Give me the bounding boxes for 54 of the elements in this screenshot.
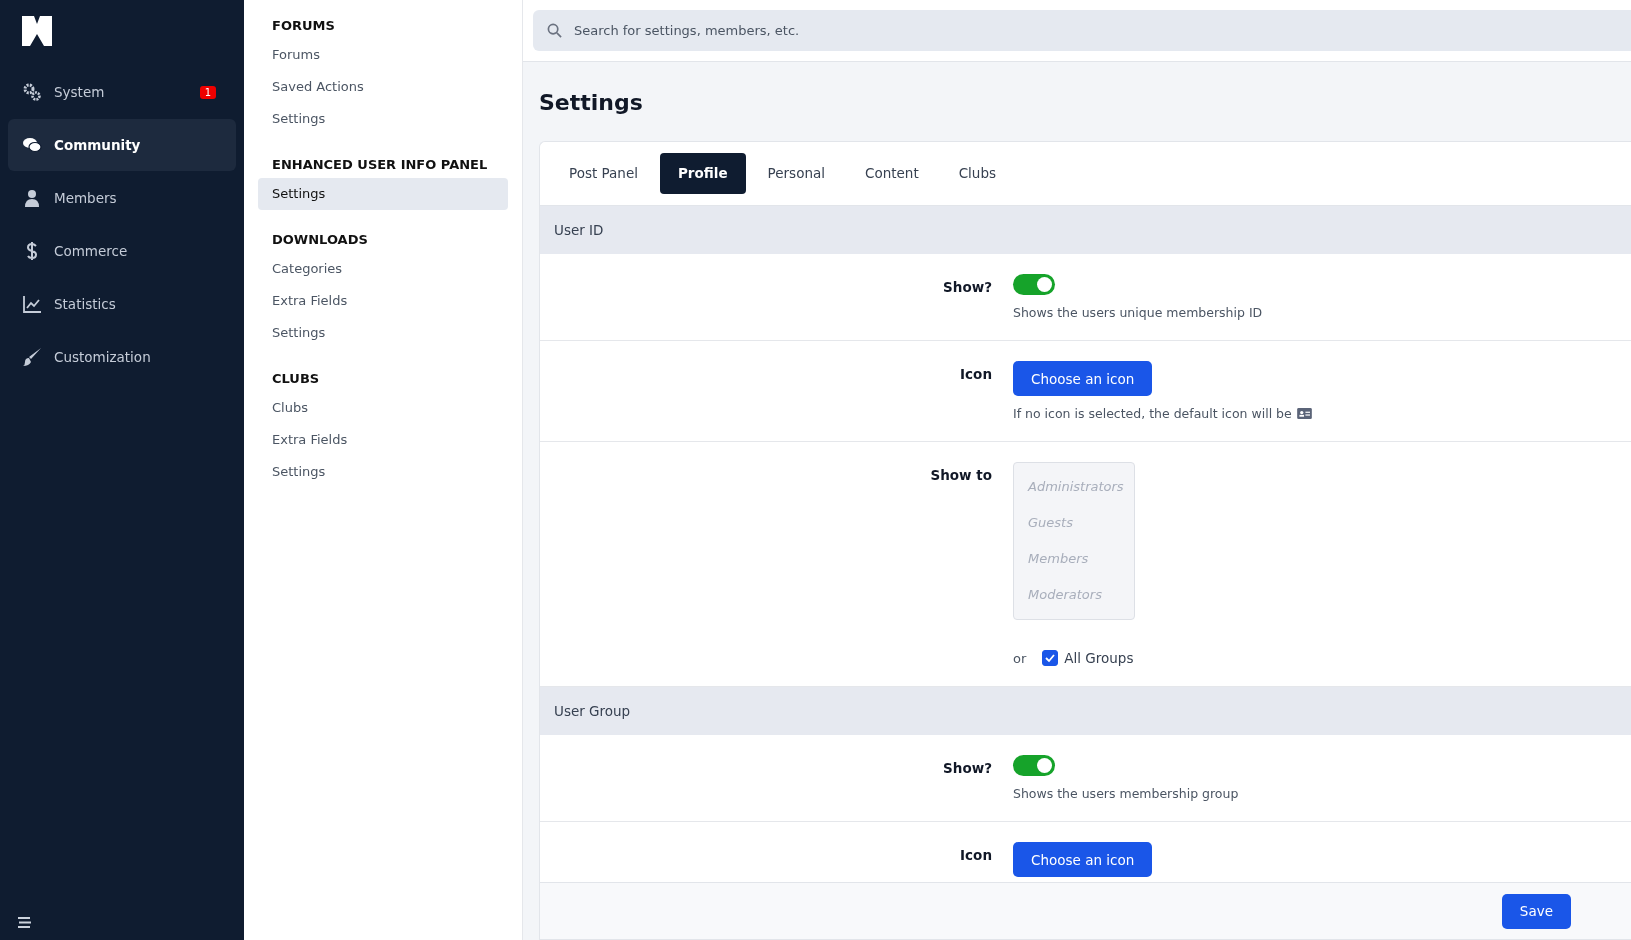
logo-icon [22, 16, 52, 46]
tab[interactable]: Content [847, 153, 937, 194]
field-label: Icon [960, 847, 992, 863]
chat-bubbles-icon [22, 135, 42, 155]
sidebar-item[interactable]: Statistics [8, 278, 236, 330]
choose-icon-button[interactable]: Choose an icon [1013, 842, 1153, 877]
submenu-item[interactable]: Settings [258, 317, 508, 349]
menu-section-heading: CLUBS [271, 371, 321, 388]
field-description: Shows the users unique membership ID [1013, 305, 1263, 320]
tab[interactable]: Clubs [940, 153, 1015, 194]
submenu-item[interactable]: Categories [258, 253, 508, 285]
field-label: Show? [943, 760, 992, 776]
menu-section-heading: FORUMS [271, 18, 336, 35]
section-header: User ID [540, 206, 1631, 254]
submenu-item[interactable]: Extra Fields [258, 285, 508, 317]
submenu-item[interactable]: Settings [258, 178, 508, 210]
field-label: Icon [960, 366, 992, 382]
sidebar-item[interactable]: Community [8, 119, 236, 171]
search-field[interactable]: Search for settings, members, etc. [533, 10, 1631, 51]
submenu-item[interactable]: Extra Fields [258, 424, 508, 456]
sidebar-item[interactable]: Members [8, 172, 236, 224]
save-button[interactable]: Save [1501, 893, 1571, 929]
submenu-item[interactable]: Clubs [258, 392, 508, 424]
field-description: If no icon is selected, the default icon will be [1013, 406, 1292, 421]
field-label: Show to [930, 467, 992, 483]
tab[interactable]: Personal [749, 153, 843, 194]
menu-icon[interactable] [18, 917, 32, 928]
sidebar-item[interactable]: System 1 [8, 66, 236, 118]
line-chart-icon [22, 294, 42, 314]
field-description: Shows the users membership group [1013, 786, 1239, 801]
submenu-item[interactable]: Settings [258, 456, 508, 488]
sidebar-item[interactable]: Customization [8, 331, 236, 383]
tab[interactable]: Profile [659, 153, 746, 194]
choose-icon-button[interactable]: Choose an icon [1013, 361, 1153, 396]
toggle-switch[interactable] [1013, 755, 1055, 776]
field-label: Show? [943, 279, 992, 295]
submenu-item[interactable]: Saved Actions [258, 71, 508, 103]
submenu-item[interactable]: Forums [258, 39, 508, 71]
gears-icon [22, 82, 42, 102]
brush-icon [22, 347, 42, 367]
page-title: Settings [539, 90, 644, 115]
or-label: or [1013, 650, 1027, 666]
sidebar-item[interactable]: Commerce [8, 225, 236, 277]
checkbox[interactable] [1042, 650, 1059, 666]
toggle-switch[interactable] [1013, 274, 1055, 295]
notification-badge: 1 [199, 85, 216, 99]
checkbox-label: All Groups [1064, 650, 1134, 666]
section-header: User Group [540, 687, 1631, 735]
tab[interactable]: Post Panel [551, 153, 656, 194]
id-card-icon [1296, 408, 1312, 419]
person-icon [22, 188, 42, 208]
menu-section-heading: ENHANCED USER INFO PANEL [271, 157, 489, 174]
submenu-item[interactable]: Settings [258, 103, 508, 135]
menu-section-heading: DOWNLOADS [271, 232, 369, 249]
